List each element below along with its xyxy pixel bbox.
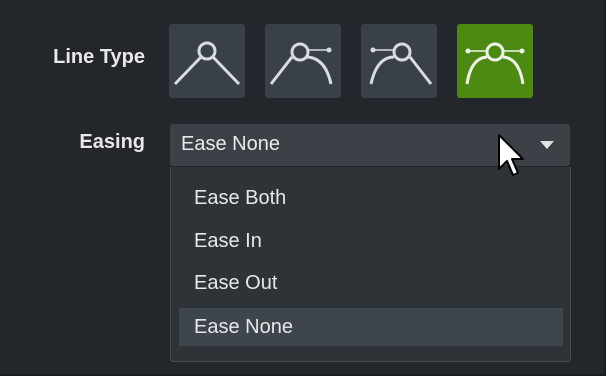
line-type-straight-button[interactable] — [169, 24, 245, 98]
easing-label: Easing — [79, 131, 145, 153]
line-type-curve-left-button[interactable] — [265, 24, 341, 98]
line-type-curve-right-button[interactable] — [361, 24, 437, 98]
line-type-curve-left-icon — [269, 42, 333, 85]
line-type-curve-both-icon — [465, 42, 525, 85]
easing-dropdown-list: Ease Both Ease In Ease Out Ease None — [170, 167, 571, 362]
line-type-straight-icon — [173, 41, 241, 86]
easing-option-ease-in[interactable]: Ease In — [179, 222, 563, 260]
line-type-curve-right-icon — [369, 42, 433, 85]
easing-option-ease-out[interactable]: Ease Out — [179, 264, 563, 302]
mouse-pointer-icon — [498, 134, 524, 176]
easing-properties-panel: Line Type Easing Ease None Ease Both Eas… — [0, 0, 606, 376]
easing-option-ease-both[interactable]: Ease Both — [179, 179, 563, 217]
line-type-label: Line Type — [53, 46, 145, 68]
easing-option-ease-none[interactable]: Ease None — [179, 308, 563, 346]
easing-select-value: Ease None — [181, 133, 280, 155]
chevron-down-icon[interactable] — [540, 141, 554, 149]
line-type-curve-both-button[interactable] — [457, 24, 533, 98]
